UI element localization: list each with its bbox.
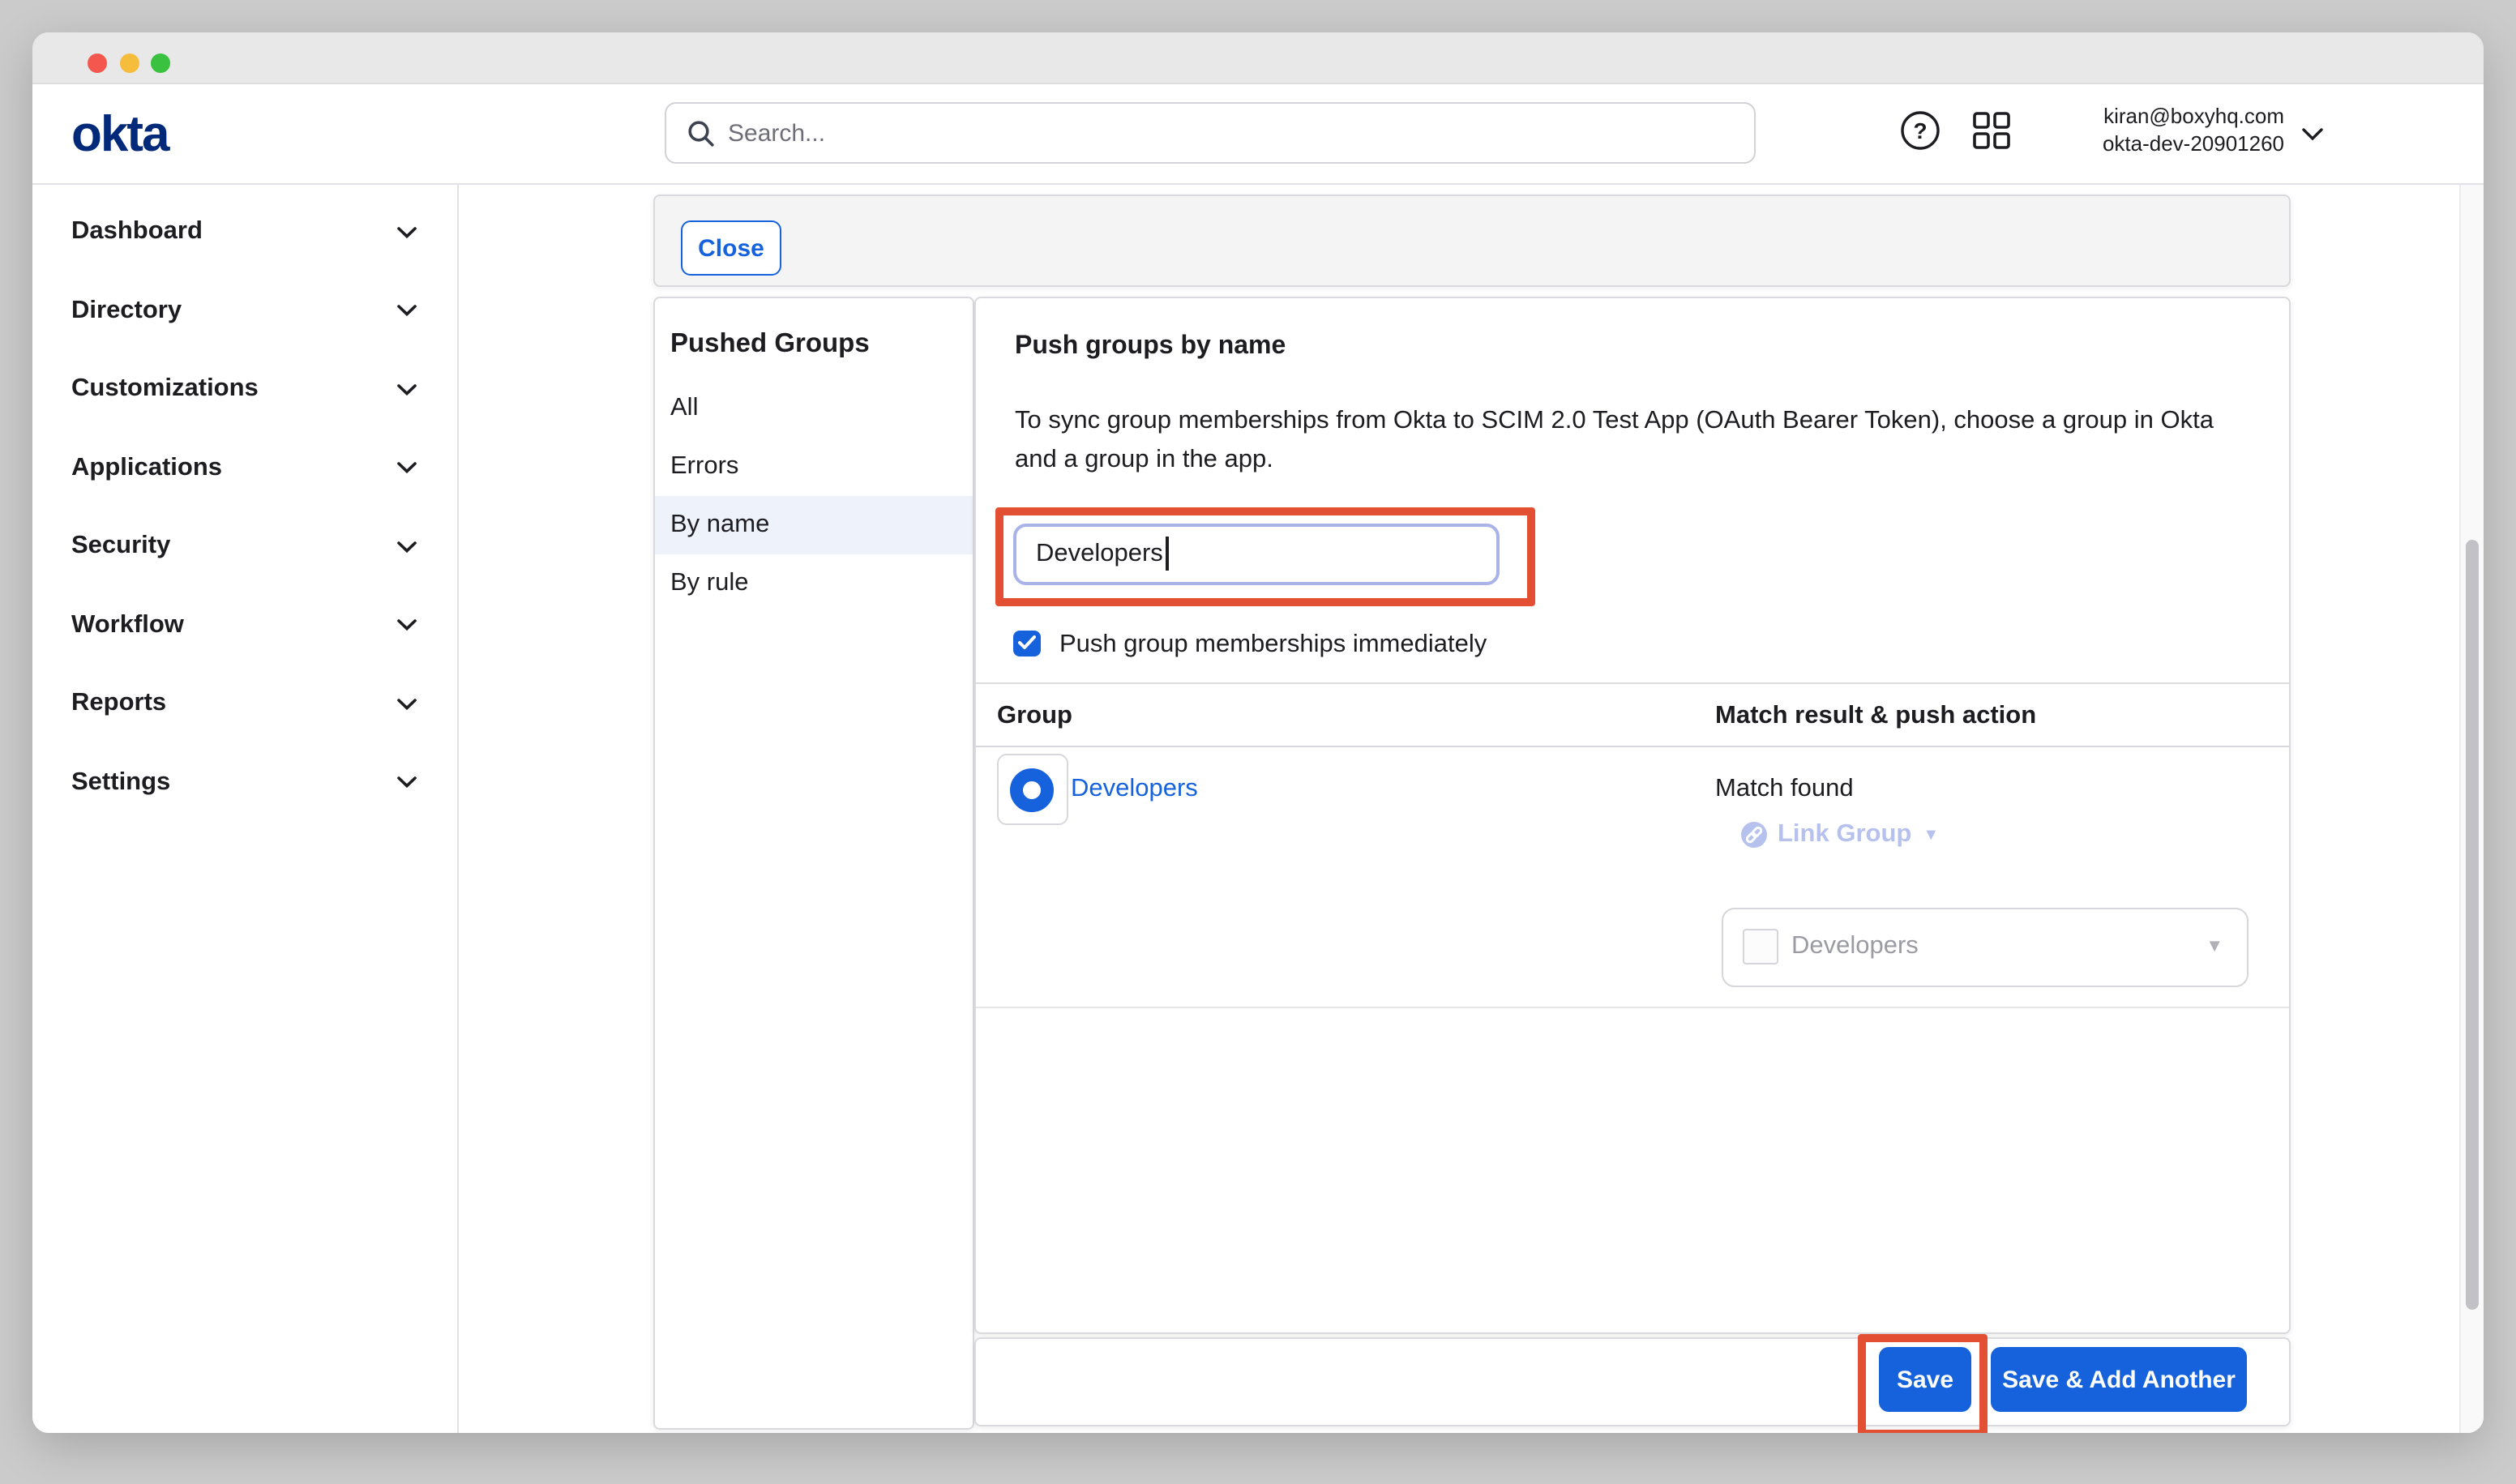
subnav-item-all[interactable]: All [655,379,972,438]
group-logo [996,754,1068,825]
column-header-group: Group [997,701,1072,730]
account-chevron-down-icon[interactable] [2302,128,2323,141]
vertical-scrollbar[interactable] [2458,185,2484,1433]
chevron-down-icon [397,777,417,789]
app-header: okta Search... ? kiran@boxyhq.com okta-d… [32,84,2484,185]
column-header-match: Match result & push action [1715,701,2036,730]
select-caret-icon: ▼ [2206,938,2223,957]
group-name-input[interactable]: Developers [1013,523,1500,585]
link-group-label: Link Group [1778,819,1911,849]
text-cursor [1166,537,1169,571]
sidebar-item-workflow[interactable]: Workflow [32,586,457,665]
help-icon[interactable]: ? [1900,110,1940,151]
table-row-border [975,1007,2289,1008]
chevron-down-icon [397,620,417,631]
window-minimize-button[interactable] [119,53,139,72]
chevron-down-icon [397,463,417,474]
panel-toolbar: Close [653,195,2291,287]
sidebar-item-applications[interactable]: Applications [32,429,457,507]
svg-text:?: ? [1913,118,1927,143]
account-email: kiran@boxyhq.com [2047,104,2284,130]
subnav-item-errors[interactable]: Errors [655,438,972,496]
sidebar-item-reports[interactable]: Reports [32,665,457,743]
app-group-select[interactable]: Developers ▼ [1722,908,2248,986]
scrollbar-thumb[interactable] [2465,540,2478,1310]
desktop: okta Search... ? kiran@boxyhq.com okta-d… [0,0,2516,1484]
save-add-another-button[interactable]: Save & Add Another [1991,1347,2247,1412]
subnav-item-by-name[interactable]: By name [655,496,972,554]
chevron-down-icon [397,541,417,553]
sidebar-item-directory[interactable]: Directory [32,272,457,350]
chevron-down-icon [397,384,417,396]
chevron-down-icon [397,306,417,317]
header-right-cluster: ? kiran@boxyhq.com okta-dev-20901260 [32,84,2484,183]
push-immediately-label: Push group memberships immediately [1059,631,1487,660]
group-name-link[interactable]: Developers [1071,774,1198,803]
window-close-button[interactable] [87,53,106,72]
save-button[interactable]: Save [1879,1347,1971,1412]
pushed-groups-subnav: Pushed Groups All Errors By name By rule [653,296,973,1430]
sidebar-item-customizations[interactable]: Customizations [32,350,457,429]
match-status: Match found [1715,774,1854,803]
subnav-list: All Errors By name By rule [655,379,972,613]
app-group-icon [1743,930,1778,965]
app-group-value: Developers [1791,933,2206,962]
subnav-item-by-rule[interactable]: By rule [655,554,972,613]
sidebar-item-settings[interactable]: Settings [32,743,457,822]
account-menu[interactable]: kiran@boxyhq.com okta-dev-20901260 [2047,104,2284,157]
form-footer: Save Save & Add Another [973,1336,2291,1426]
push-groups-form: Push groups by name To sync group member… [973,296,2291,1334]
link-group-dropdown[interactable]: Link Group ▼ [1740,819,1939,849]
link-icon [1740,821,1766,847]
push-immediately-checkbox[interactable] [1013,630,1040,656]
sidebar-nav: Dashboard Directory Customizations Appli… [32,185,459,1433]
apps-grid-icon[interactable] [1971,110,2012,151]
account-org: okta-dev-20901260 [2047,130,2284,157]
sidebar-item-security[interactable]: Security [32,507,457,586]
chevron-down-icon [397,699,417,710]
chevron-down-icon [397,227,417,238]
close-button[interactable]: Close [681,220,781,276]
app-body: Dashboard Directory Customizations Appli… [32,185,2484,1433]
check-icon [1018,636,1036,651]
browser-window: okta Search... ? kiran@boxyhq.com okta-d… [32,32,2484,1433]
link-group-caret-icon: ▼ [1923,826,1939,844]
table-header-border [975,746,2289,747]
group-logo-icon [1010,768,1054,811]
form-title: Push groups by name [1015,331,1286,361]
main-content: Close Pushed Groups All Errors By name B… [459,185,2484,1433]
table-top-border [975,682,2289,684]
sidebar-item-dashboard[interactable]: Dashboard [32,193,457,272]
window-zoom-button[interactable] [151,53,170,72]
group-name-input-value: Developers [1036,540,1163,569]
window-titlebar [32,32,2484,84]
form-description: To sync group memberships from Okta to S… [1015,401,2227,479]
subnav-title: Pushed Groups [670,328,870,359]
